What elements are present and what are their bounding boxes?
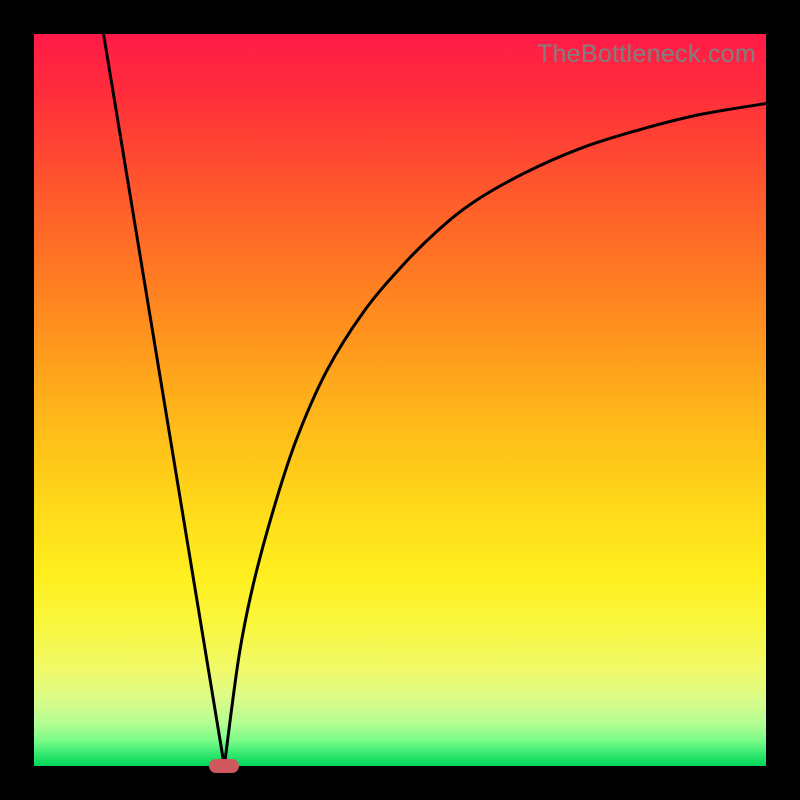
chart-frame: TheBottleneck.com — [0, 0, 800, 800]
curve-path — [104, 34, 766, 766]
minimum-marker — [209, 759, 239, 773]
chart-curve — [34, 34, 766, 766]
plot-area: TheBottleneck.com — [34, 34, 766, 766]
